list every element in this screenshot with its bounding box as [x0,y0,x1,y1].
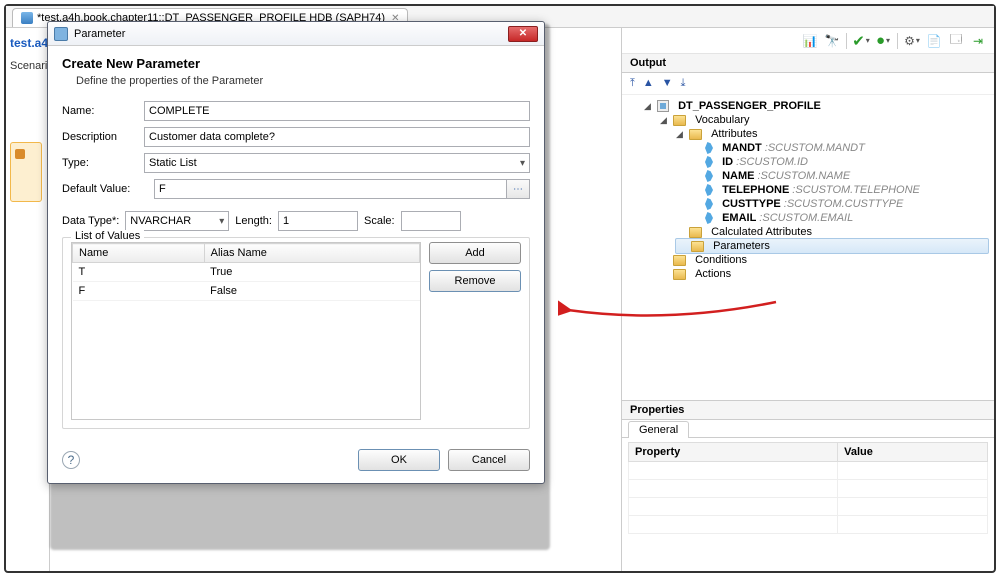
binoculars-icon[interactable]: 🔭 [824,33,840,49]
lov-col-alias: Alias Name [204,244,419,263]
default-value-field[interactable] [154,179,506,199]
lov-group-label: List of Values [71,230,144,242]
folder-icon [689,129,702,140]
cancel-button[interactable]: Cancel [448,449,530,471]
scale-label: Scale: [364,215,395,227]
folder-icon [673,115,686,126]
dialog-titlebar[interactable]: Parameter ✕ [48,22,544,46]
chart-icon[interactable]: 📊 [802,33,818,49]
tree-root[interactable]: ◢ DT_PASSENGER_PROFILE [644,99,988,113]
scale-field[interactable] [401,211,461,231]
right-toolbar: 📊 🔭 ✔ ● ⚙ 📄 🗔 ⇥ [622,28,994,54]
folder-icon [673,269,686,280]
tree-attributes[interactable]: ◢ Attributes [676,127,988,141]
folder-icon [673,255,686,266]
tree-actions[interactable]: Actions [660,267,988,281]
properties-panel-header: Properties [622,401,994,420]
tree-nav-controls: ⤒ ▲ ▼ ⤓ [622,73,994,95]
attribute-icon [705,170,713,182]
annotation-arrow [558,296,778,328]
decision-table-icon [21,12,33,24]
help-icon[interactable]: ? [62,451,80,469]
tree-attr-mandt[interactable]: MANDT:SCUSTOM.MANDT [692,141,988,155]
dialog-subheading: Define the properties of the Parameter [62,75,530,87]
export-icon[interactable]: ⇥ [970,33,986,49]
parameter-icon [54,27,68,41]
name-label: Name: [62,105,144,117]
separator [846,33,847,49]
length-field[interactable] [278,211,358,231]
description-label: Description [62,131,144,143]
default-value-label: Default Value: [62,183,154,195]
activate-icon[interactable]: ● [875,33,891,49]
tools-icon[interactable]: ⚙ [904,33,920,49]
lov-row[interactable]: FFalse [73,282,420,301]
folder-icon [691,241,704,252]
parameter-dialog: Parameter ✕ Create New Parameter Define … [47,21,545,484]
project-label: test.a4 [10,36,45,50]
close-icon[interactable]: ✕ [508,26,538,42]
attribute-icon [705,184,713,196]
tree-attr-telephone[interactable]: TELEPHONE:SCUSTOM.TELEPHONE [692,183,988,197]
ok-button[interactable]: OK [358,449,440,471]
tree-conditions[interactable]: Conditions [660,253,988,267]
attribute-icon [705,198,713,210]
description-field[interactable] [144,127,530,147]
tree-attr-email[interactable]: EMAIL:SCUSTOM.EMAIL [692,211,988,225]
attribute-icon [705,142,713,154]
move-down-icon[interactable]: ▼ [662,77,673,90]
dialog-title: Parameter [74,28,508,40]
type-select[interactable]: Static List [144,153,530,173]
tree-attr-custtype[interactable]: CUSTTYPE:SCUSTOM.CUSTTYPE [692,197,988,211]
save-icon[interactable]: 📄 [926,33,942,49]
length-label: Length: [235,215,272,227]
name-field[interactable] [144,101,530,121]
remove-button[interactable]: Remove [429,270,521,292]
properties-table: PropertyValue [628,442,988,534]
tree-attr-id[interactable]: ID:SCUSTOM.ID [692,155,988,169]
lov-row[interactable]: TTrue [73,263,420,282]
add-button[interactable]: Add [429,242,521,264]
preview-icon[interactable]: 🗔 [948,33,964,49]
col-property: Property [629,443,838,462]
properties-tabs: General [622,420,994,438]
decision-table-icon [657,100,669,112]
collapse-top-icon[interactable]: ⤒ [630,77,635,90]
tree-vocabulary[interactable]: ◢ Vocabulary [660,113,988,127]
folder-icon [689,227,702,238]
left-sidebar: test.a4 Scenario [6,28,50,571]
col-value: Value [838,443,988,462]
type-label: Type: [62,157,144,169]
move-up-icon[interactable]: ▲ [643,77,654,90]
attribute-icon [705,212,713,224]
lov-col-name: Name [73,244,205,263]
attribute-icon [705,156,713,168]
tree-calc-attributes[interactable]: Calculated Attributes [676,225,988,239]
default-value-browse-button[interactable]: ⋯ [506,179,530,199]
lov-table[interactable]: Name Alias Name TTrue FFalse [72,243,420,301]
tree-attr-name[interactable]: NAME:SCUSTOM.NAME [692,169,988,183]
data-type-label: Data Type*: [62,215,119,227]
tab-general[interactable]: General [628,421,689,438]
scenario-node[interactable] [10,142,42,202]
tree-parameters[interactable]: Parameters [675,238,989,254]
output-panel-header: Output [622,54,994,73]
expand-bottom-icon[interactable]: ⤓ [681,77,686,90]
scenario-label: Scenario [10,60,45,72]
check-icon[interactable]: ✔ [853,33,869,49]
output-tree: ◢ DT_PASSENGER_PROFILE ◢ Vocabulary ◢ At… [622,95,994,400]
data-type-select[interactable]: NVARCHAR [125,211,229,231]
dialog-heading: Create New Parameter [62,56,530,71]
separator [897,33,898,49]
